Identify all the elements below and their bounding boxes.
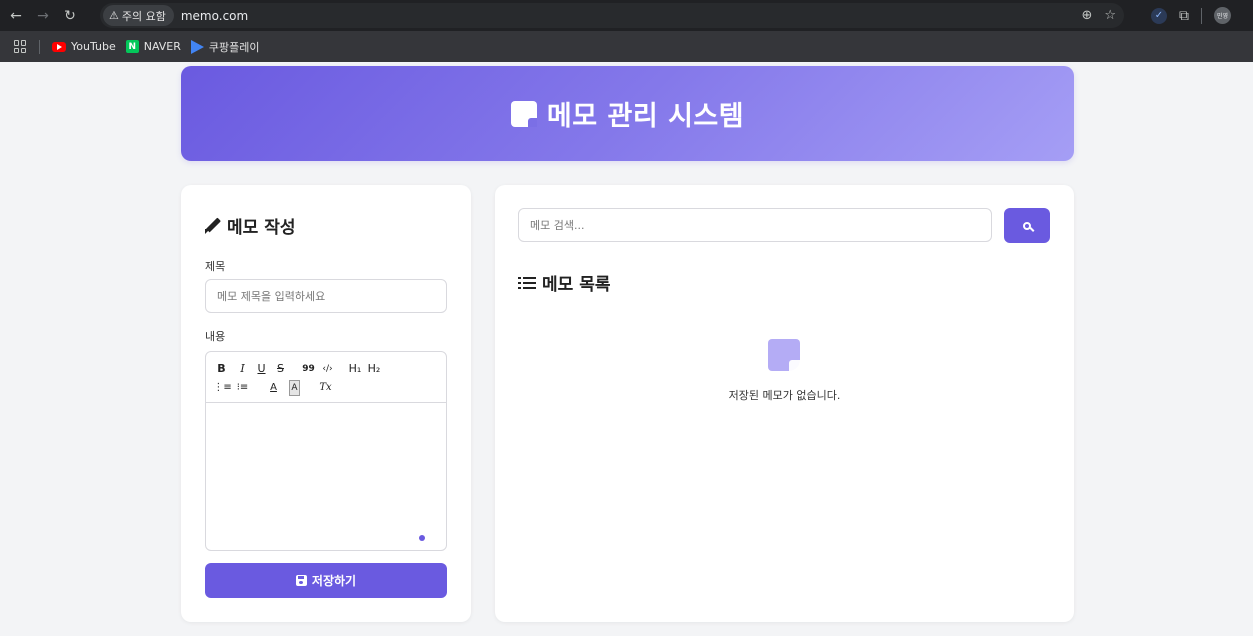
address-bar[interactable]: ⚠ 주의 요함 memo.com ⊕ ☆ [100, 3, 1124, 28]
memo-editor-card: 메모 작성 제목 내용 B I U S 99 ‹/› H₁ H₂ [181, 185, 471, 622]
bullet-list-button[interactable]: ⁝≡ [236, 380, 249, 396]
bookmark-label: YouTube [71, 40, 116, 53]
heading1-button[interactable]: H₁ [347, 361, 363, 377]
rich-text-editor: B I U S 99 ‹/› H₁ H₂ ⋮≡ ⁝≡ A A Tx [205, 351, 447, 551]
title-label: 제목 [205, 260, 226, 273]
page-title: 메모 관리 시스템 [546, 101, 745, 132]
save-button[interactable]: 저장하기 [205, 563, 447, 598]
page-header: 메모 관리 시스템 [181, 66, 1074, 161]
naver-icon: N [125, 40, 139, 53]
editor-status-dot [419, 535, 425, 541]
bold-button[interactable]: B [216, 361, 227, 377]
bookmark-label: NAVER [143, 40, 181, 53]
strike-button[interactable]: S [275, 361, 286, 377]
empty-state-message: 저장된 메모가 없습니다. [728, 389, 841, 402]
search-button[interactable] [1004, 208, 1050, 243]
back-button[interactable]: ← [5, 5, 27, 27]
star-icon[interactable]: ☆ [1104, 8, 1116, 23]
profile-avatar[interactable]: 민영 [1214, 7, 1231, 24]
ordered-list-button[interactable]: ⋮≡ [213, 380, 231, 396]
heading2-button[interactable]: H₂ [366, 361, 382, 377]
search-icon [1023, 221, 1031, 230]
menu-kebab-icon[interactable]: ⋮ [1243, 8, 1249, 24]
memo-search-input[interactable] [518, 208, 992, 242]
bookmarks-bar: YouTube N NAVER 쿠팡플레이 [0, 31, 1253, 62]
forward-button[interactable]: → [32, 5, 54, 27]
list-heading-text: 메모 목록 [542, 275, 611, 295]
url-text[interactable]: memo.com [181, 9, 248, 23]
editor-content-area[interactable] [206, 403, 446, 550]
editor-heading: 메모 작성 [205, 213, 295, 238]
sticky-note-icon [510, 100, 537, 127]
list-icon [518, 276, 536, 290]
warning-icon: ⚠ [109, 9, 119, 22]
bookmark-label: 쿠팡플레이 [208, 40, 260, 54]
empty-sticky-note-icon [768, 339, 800, 371]
memo-list-card: 메모 목록 저장된 메모가 없습니다. [495, 185, 1074, 622]
blockquote-button[interactable]: 99 [302, 361, 315, 377]
editor-toolbar: B I U S 99 ‹/› H₁ H₂ ⋮≡ ⁝≡ A A Tx [206, 352, 446, 403]
security-chip[interactable]: ⚠ 주의 요함 [103, 5, 174, 26]
content-label: 내용 [205, 330, 226, 343]
editor-heading-text: 메모 작성 [227, 218, 296, 238]
italic-button[interactable]: I [237, 361, 248, 377]
save-icon [295, 575, 307, 586]
bookmark-naver[interactable]: N NAVER [125, 40, 181, 53]
clear-format-button[interactable]: Tx [319, 380, 332, 396]
zoom-icon[interactable]: ⊕ [1081, 8, 1092, 23]
toolbar-divider [1201, 7, 1202, 24]
profile-label: 민영 [1216, 13, 1229, 20]
underline-button[interactable]: U [256, 361, 267, 377]
bookmark-coupang-play[interactable]: 쿠팡플레이 [190, 39, 260, 55]
memo-title-input[interactable] [205, 279, 447, 313]
extension-check-icon[interactable]: ✓ [1151, 7, 1167, 24]
coupang-play-icon [190, 39, 204, 54]
bookmarks-divider [39, 39, 40, 54]
background-color-button[interactable]: A [289, 379, 300, 396]
security-chip-label: 주의 요함 [121, 9, 166, 23]
bookmark-youtube[interactable]: YouTube [52, 40, 116, 53]
browser-toolbar: ← → ↻ ⚠ 주의 요함 memo.com ⊕ ☆ ✓ ⧉ 민영 ⋮ [0, 0, 1253, 31]
list-heading: 메모 목록 [518, 270, 610, 295]
pencil-icon [205, 218, 221, 234]
extensions-puzzle-icon[interactable]: ⧉ [1179, 8, 1189, 24]
code-block-button[interactable]: ‹/› [321, 361, 334, 377]
reload-button[interactable]: ↻ [59, 5, 81, 27]
save-button-label: 저장하기 [311, 574, 357, 588]
youtube-icon [52, 41, 66, 52]
apps-grid-icon[interactable] [14, 40, 27, 53]
text-color-button[interactable]: A [268, 380, 279, 396]
